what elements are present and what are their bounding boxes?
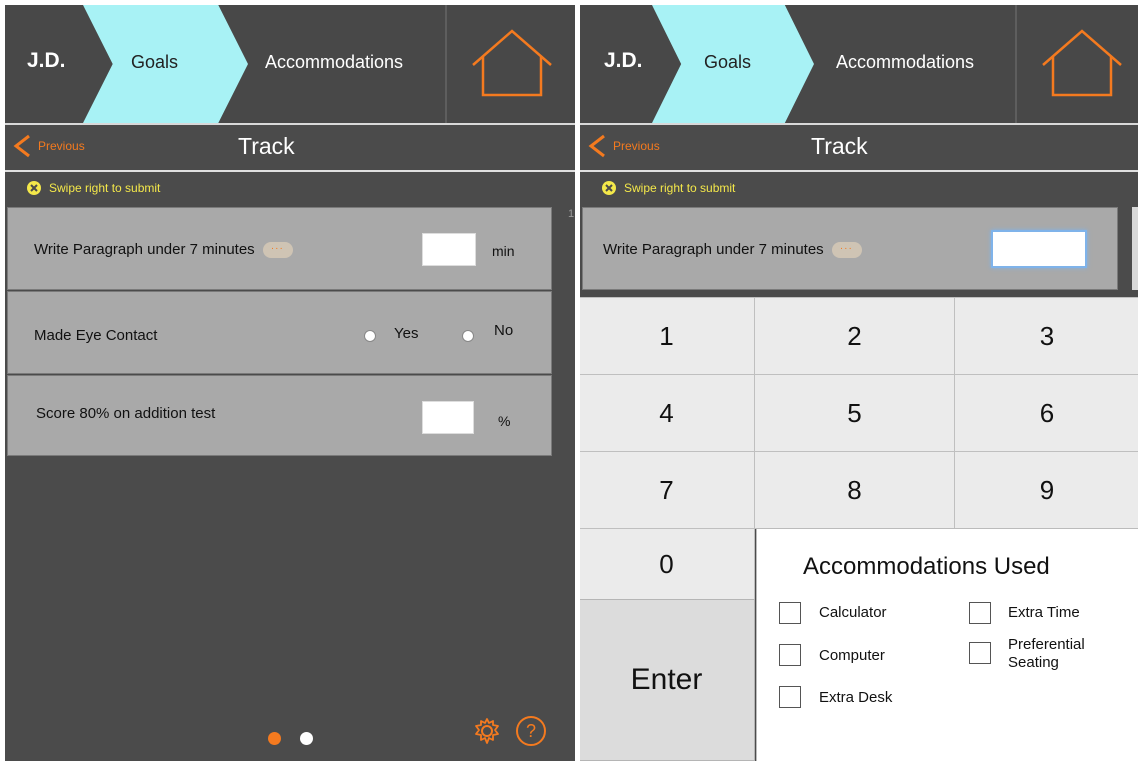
more-dots: ···	[839, 243, 853, 255]
track-screen-left: J.D. Goals Accommodations Previous Track…	[5, 5, 575, 761]
more-dots: ···	[270, 243, 284, 255]
page-title: Track	[238, 133, 295, 159]
accommodations-title: Accommodations Used	[803, 553, 1050, 580]
close-circle-icon[interactable]	[602, 181, 616, 195]
tab-goals-label[interactable]: Goals	[131, 52, 178, 73]
unit-label: min	[492, 243, 515, 259]
key-9[interactable]: 9	[954, 451, 1138, 529]
key-2[interactable]: 2	[754, 297, 955, 375]
previous-button[interactable]: Previous	[586, 133, 660, 159]
extra-time-label[interactable]: Extra Time	[1008, 604, 1080, 622]
swipe-notice: Swipe right to submit	[602, 181, 735, 195]
title-rule	[580, 170, 1138, 172]
computer-checkbox[interactable]	[779, 644, 801, 666]
goal-label: Made Eye Contact	[34, 327, 158, 344]
goal-label-text: Write Paragraph under 7 minutes	[34, 241, 255, 258]
key-4[interactable]: 4	[580, 374, 755, 452]
next-row-edge	[1132, 207, 1138, 290]
student-initials[interactable]: J.D.	[604, 49, 643, 73]
enter-key[interactable]: Enter	[580, 599, 755, 761]
previous-button[interactable]: Previous	[11, 133, 85, 159]
page-title: Track	[811, 133, 868, 159]
goal-row: Write Paragraph under 7 minutes ···	[582, 207, 1118, 290]
key-0[interactable]: 0	[580, 528, 755, 600]
extra-desk-label[interactable]: Extra Desk	[819, 689, 892, 707]
key-5[interactable]: 5	[754, 374, 955, 452]
page-indicator[interactable]	[300, 732, 313, 745]
track-screen-right: J.D. Goals Accommodations Previous Track…	[580, 5, 1138, 761]
yes-label[interactable]: Yes	[394, 325, 418, 342]
title-rule	[5, 170, 575, 172]
key-6[interactable]: 6	[954, 374, 1138, 452]
computer-label[interactable]: Computer	[819, 647, 885, 665]
extra-desk-checkbox[interactable]	[779, 686, 801, 708]
preferential-seating-label[interactable]: Preferential Seating	[1008, 636, 1118, 672]
next-card-edge-marker: 1	[568, 208, 575, 220]
tab-goals-label[interactable]: Goals	[704, 52, 751, 73]
chevron-left-icon	[13, 134, 30, 158]
swipe-notice-text: Swipe right to submit	[49, 181, 161, 195]
goal-label: Score 80% on addition test	[36, 405, 216, 422]
chevron-left-icon	[588, 134, 605, 158]
minutes-input-focused[interactable]	[991, 230, 1087, 268]
yes-radio[interactable]	[364, 330, 376, 342]
no-label[interactable]: No	[494, 322, 513, 339]
swipe-notice: Swipe right to submit	[27, 181, 160, 195]
unit-label: %	[498, 413, 511, 429]
minutes-input[interactable]	[422, 233, 476, 266]
home-icon	[472, 29, 552, 97]
goal-label: Write Paragraph under 7 minutes ···	[603, 241, 862, 259]
goal-row: Write Paragraph under 7 minutes ··· min	[7, 207, 552, 290]
close-circle-icon[interactable]	[27, 181, 41, 195]
no-radio[interactable]	[462, 330, 474, 342]
key-8[interactable]: 8	[754, 451, 955, 529]
calculator-label[interactable]: Calculator	[819, 604, 887, 622]
goal-row: Score 80% on addition test %	[7, 375, 552, 456]
extra-time-checkbox[interactable]	[969, 602, 991, 624]
key-3[interactable]: 3	[954, 297, 1138, 375]
nav-divider	[5, 123, 575, 125]
accommodations-used-panel: Accommodations Used Calculator Extra Tim…	[756, 528, 1138, 761]
nav-divider	[580, 123, 1138, 125]
swipe-notice-text: Swipe right to submit	[624, 181, 736, 195]
home-button[interactable]	[445, 5, 575, 123]
tab-accommodations[interactable]: Accommodations	[836, 52, 974, 73]
previous-label: Previous	[38, 139, 85, 153]
previous-label: Previous	[613, 139, 660, 153]
gear-icon[interactable]	[472, 716, 502, 746]
top-navigation: J.D. Goals Accommodations	[5, 5, 575, 123]
tab-accommodations[interactable]: Accommodations	[265, 52, 403, 73]
home-icon	[1042, 29, 1122, 97]
goal-label: Write Paragraph under 7 minutes ···	[34, 241, 293, 259]
top-navigation: J.D. Goals Accommodations	[580, 5, 1138, 123]
more-options-button[interactable]: ···	[262, 242, 293, 259]
calculator-checkbox[interactable]	[779, 602, 801, 624]
goal-row: Made Eye Contact Yes No	[7, 291, 552, 374]
page-indicator-active[interactable]	[268, 732, 281, 745]
more-options-button[interactable]: ···	[831, 242, 862, 259]
preferential-seating-checkbox[interactable]	[969, 642, 991, 664]
student-initials[interactable]: J.D.	[27, 49, 66, 73]
percent-input[interactable]	[422, 401, 474, 434]
help-icon[interactable]: ?	[516, 716, 546, 746]
goal-label-text: Write Paragraph under 7 minutes	[603, 241, 824, 258]
key-7[interactable]: 7	[580, 451, 755, 529]
key-1[interactable]: 1	[580, 297, 755, 375]
home-button[interactable]	[1015, 5, 1138, 123]
